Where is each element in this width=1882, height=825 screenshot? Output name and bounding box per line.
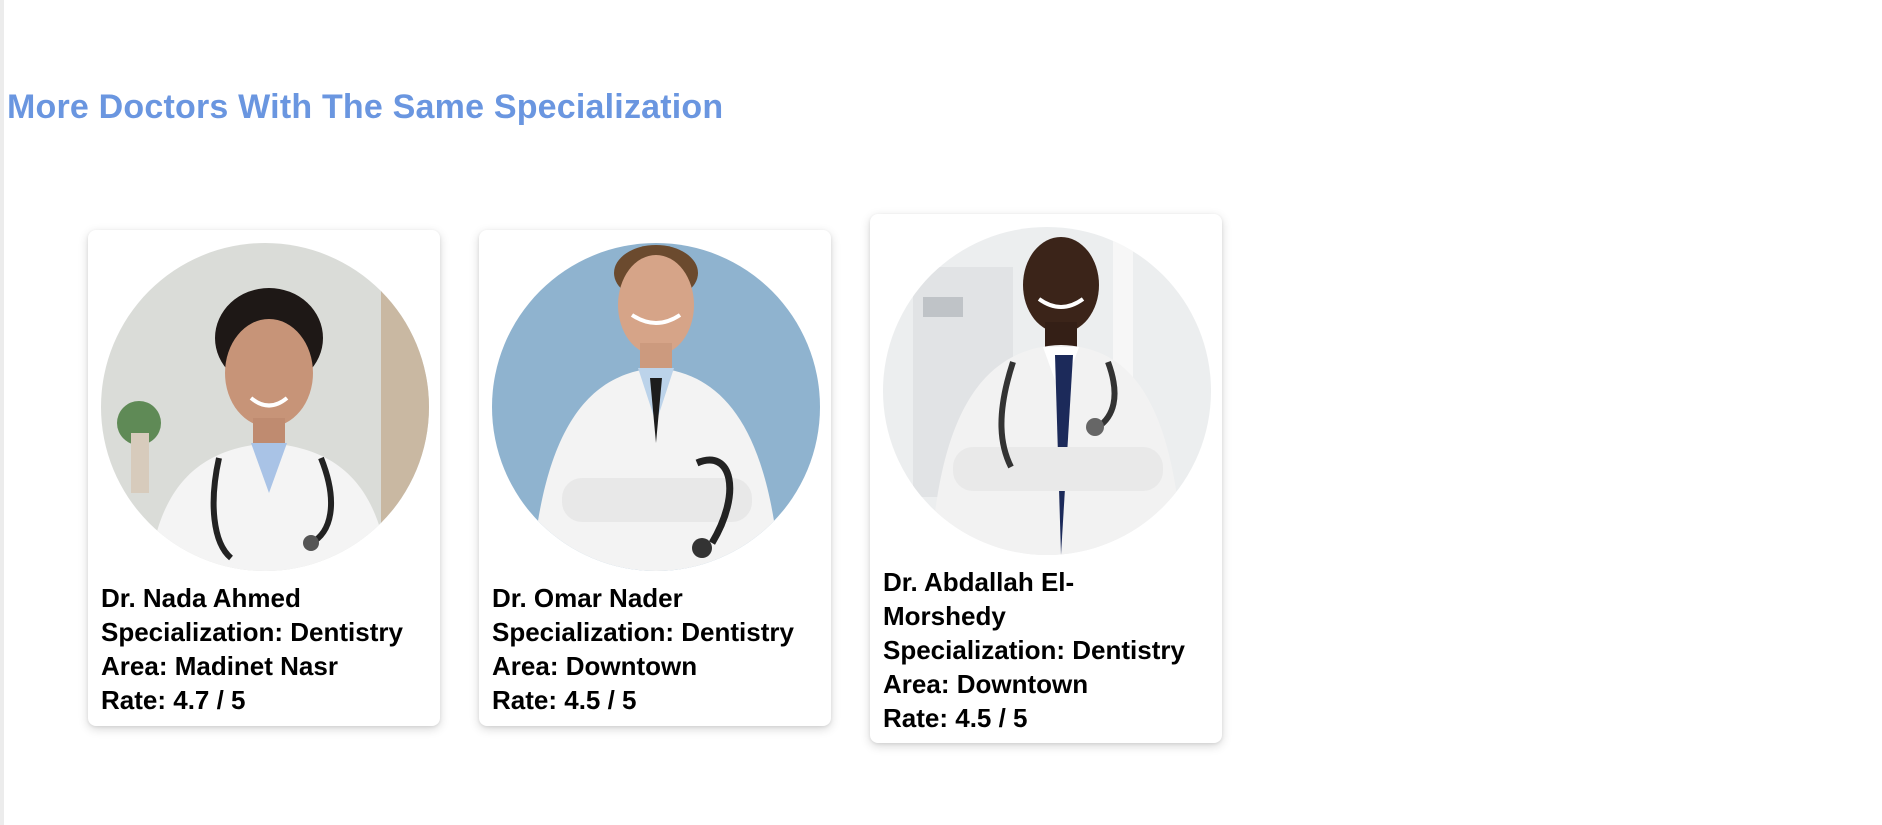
doctor-photo-image: [492, 243, 820, 571]
doctor-rate: Rate: 4.7 / 5: [101, 685, 246, 715]
doctor-info: Dr. Omar Nader Specialization: Dentistry…: [492, 581, 818, 717]
doctor-area: Area: Downtown: [883, 669, 1089, 699]
doctor-photo[interactable]: [883, 227, 1211, 555]
doctor-specialization: Specialization: Dentistry: [883, 635, 1185, 665]
doctor-name[interactable]: Dr. Nada Ahmed: [101, 581, 427, 615]
doctor-photo[interactable]: [101, 243, 429, 571]
doctor-cards: Dr. Nada Ahmed Specialization: Dentistry…: [4, 0, 1882, 825]
doctor-photo-image: [101, 243, 429, 571]
doctor-rate: Rate: 4.5 / 5: [492, 685, 637, 715]
doctor-info: Dr. Abdallah El-Morshedy Specialization:…: [883, 565, 1209, 735]
doctor-rate: Rate: 4.5 / 5: [883, 703, 1028, 733]
doctor-card[interactable]: Dr. Omar Nader Specialization: Dentistry…: [479, 230, 831, 726]
doctor-card[interactable]: Dr. Nada Ahmed Specialization: Dentistry…: [88, 230, 440, 726]
doctor-area: Area: Downtown: [492, 651, 698, 681]
doctor-specialization: Specialization: Dentistry: [492, 617, 794, 647]
doctor-photo-image: [883, 227, 1211, 555]
page: More Doctors With The Same Specializatio…: [0, 0, 1882, 825]
doctor-area: Area: Madinet Nasr: [101, 651, 338, 681]
doctor-photo[interactable]: [492, 243, 820, 571]
doctor-card[interactable]: Dr. Abdallah El-Morshedy Specialization:…: [870, 214, 1222, 743]
doctor-info: Dr. Nada Ahmed Specialization: Dentistry…: [101, 581, 427, 717]
doctor-name[interactable]: Dr. Abdallah El-Morshedy: [883, 565, 1103, 633]
doctor-specialization: Specialization: Dentistry: [101, 617, 403, 647]
doctor-name[interactable]: Dr. Omar Nader: [492, 581, 818, 615]
